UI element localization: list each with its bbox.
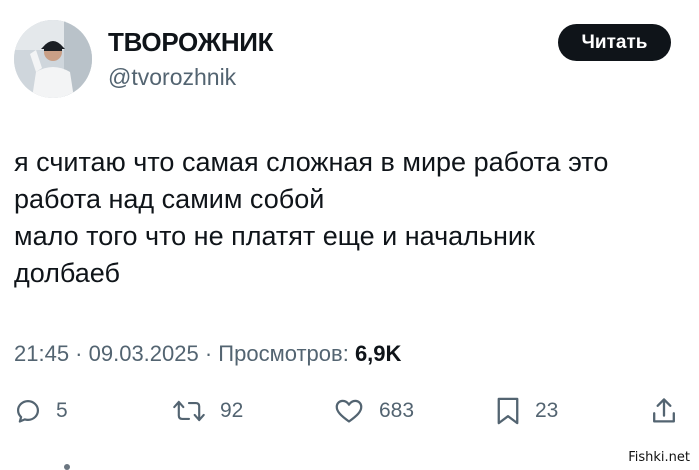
views-count: 6,9K — [354, 341, 402, 366]
like-count: 683 — [379, 399, 415, 422]
repost-button[interactable]: 92 — [172, 393, 243, 429]
like-icon — [335, 399, 363, 423]
reply-button[interactable]: 5 — [14, 393, 68, 429]
watermark: Fishki.net — [625, 449, 693, 466]
user-handle[interactable]: @tvorozhnik — [108, 64, 236, 91]
tweet-text-line: долбаеб — [14, 258, 120, 288]
tweet-text-line: мало того что не платят еще и начальник — [14, 221, 535, 251]
profile-photo-icon — [14, 20, 92, 98]
tweet-text-line: я считаю что самая сложная в мире работа… — [14, 147, 609, 177]
cropped-content-dot — [64, 464, 70, 470]
display-name[interactable]: ТВОРОЖНИК — [108, 27, 274, 58]
bookmark-count: 23 — [535, 399, 559, 422]
share-icon — [653, 398, 675, 423]
tweet-meta: 21:45 · 09.03.2025 · Просмотров: 6,9K — [14, 341, 401, 367]
views-label: Просмотров: — [218, 341, 349, 366]
tweet-time[interactable]: 21:45 — [14, 341, 69, 366]
tweet-text: я считаю что самая сложная в мире работа… — [14, 144, 684, 292]
meta-separator: · — [198, 341, 219, 366]
bookmark-icon — [497, 397, 519, 425]
like-button[interactable]: 683 — [333, 393, 414, 429]
repost-icon — [173, 400, 205, 422]
reply-count: 5 — [56, 399, 68, 422]
reply-icon — [16, 399, 40, 423]
share-button[interactable] — [650, 393, 678, 429]
bookmark-button[interactable]: 23 — [495, 393, 558, 429]
read-button[interactable]: Читать — [558, 24, 671, 61]
action-bar: 5 92 683 23 — [0, 393, 699, 429]
avatar[interactable] — [14, 20, 92, 98]
tweet-card: ТВОРОЖНИК @tvorozhnik Читать я считаю чт… — [0, 0, 699, 470]
tweet-date[interactable]: 09.03.2025 — [89, 341, 199, 366]
tweet-text-line: работа над самим собой — [14, 184, 325, 214]
meta-separator: · — [69, 341, 89, 366]
repost-count: 92 — [220, 399, 244, 422]
